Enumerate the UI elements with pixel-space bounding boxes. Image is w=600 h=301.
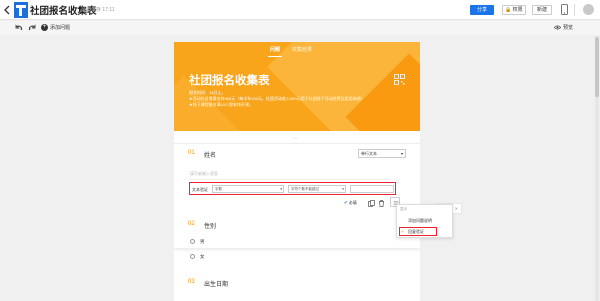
back-arrow-icon[interactable] [4, 5, 10, 15]
menu-item-response-validation[interactable]: 回复验证 [408, 229, 424, 235]
question-title[interactable]: 性别 [204, 221, 216, 230]
permission-label: 权限 [512, 7, 523, 13]
check-icon: ✔ [344, 200, 348, 205]
validation-limit-value: 字符个数不能超过 [291, 187, 319, 191]
answer-placeholder: 填写者输入答案 [190, 171, 390, 180]
redo-icon[interactable] [28, 24, 36, 32]
question-number: 03 [188, 279, 195, 285]
form-card: 问题 收集结果 社团报名收集表 报名时间：18日止。 ★活动社员需要支持300元… [174, 42, 420, 301]
app-logo-icon [14, 2, 28, 18]
question-type-value: 单行文本 [361, 151, 377, 156]
radio-circle-icon [190, 254, 195, 260]
option-label: 女 [200, 254, 205, 259]
chevron-down-icon: ▾ [280, 187, 282, 191]
radio-option[interactable]: 男 [190, 239, 205, 245]
form-tabs: 问题 收集结果 [174, 46, 420, 57]
share-button[interactable]: 分享 [470, 5, 494, 15]
required-checkbox[interactable]: ✔必填 [344, 200, 357, 206]
avatar[interactable] [583, 4, 594, 15]
divider [574, 4, 575, 16]
permission-button[interactable]: 🔒权限 [502, 5, 526, 15]
eye-icon [554, 25, 561, 30]
question-type-select[interactable]: 单行文本 ▾ [358, 149, 406, 158]
close-icon[interactable]: ✕ [455, 204, 458, 213]
share-label: 分享 [476, 7, 487, 13]
more-options-menu: 显示 添加问题说明 ✔ 回复验证 [396, 204, 453, 238]
option-label: 男 [200, 239, 205, 244]
validation-row: 文本验证 字数 ▾ 字符个数不能超过 ▾ [189, 182, 396, 195]
radio-circle-icon [190, 239, 195, 245]
menu-item-add-description[interactable]: 添加问题说明 [408, 218, 432, 224]
add-question-button[interactable]: + 添加问题 [41, 24, 71, 32]
drag-handle-icon[interactable]: ⋯ [292, 135, 298, 142]
form-header-banner: 问题 收集结果 社团报名收集表 报名时间：18日止。 ★活动社员需要支持300元… [174, 42, 420, 131]
question-number: 02 [188, 221, 195, 227]
question-title[interactable]: 出生日期 [204, 279, 228, 288]
question-card[interactable]: 03 出生日期 [174, 276, 420, 301]
preview-button[interactable]: 预览 [554, 24, 573, 31]
validation-rule-value: 字数 [215, 187, 222, 191]
form-title[interactable]: 社团报名收集表 [189, 72, 270, 88]
validation-rule-select[interactable]: 字数 ▾ [212, 185, 284, 193]
radio-option[interactable]: 女 [190, 254, 205, 260]
question-card[interactable]: 02 性别 男 女 [174, 217, 420, 273]
new-label: 新建 [536, 7, 547, 13]
lock-icon: 🔒 [505, 7, 512, 13]
required-label: 必填 [348, 200, 357, 205]
copy-icon[interactable] [368, 200, 375, 207]
add-question-label: 添加问题 [50, 25, 71, 31]
validation-label: 文本验证 [192, 187, 208, 192]
question-title[interactable]: 姓名 [204, 150, 216, 159]
question-number: 01 [188, 150, 195, 156]
preview-label: 预览 [563, 25, 574, 31]
plus-icon: + [41, 24, 48, 32]
menu-header: 显示 [400, 207, 407, 211]
new-button[interactable]: 新建 [532, 5, 552, 15]
check-icon: ✔ [401, 229, 405, 234]
validation-limit-select[interactable]: 字符个数不能超过 ▾ [288, 185, 346, 193]
chevron-down-icon: ▾ [400, 151, 403, 156]
tab-results[interactable]: 收集结果 [292, 46, 312, 53]
scrollbar-thumb[interactable] [595, 37, 599, 97]
validation-value-input[interactable] [350, 185, 394, 193]
top-bar: 社团报名收集表 最后保存 17:11 分享 🔒权限 新建 [0, 0, 600, 20]
form-description[interactable]: 报名时间：18日止。 ★活动社员需要支持300元（每半年150元，社团活动收入3… [189, 90, 365, 108]
tab-questions[interactable]: 问题 [267, 46, 283, 57]
mobile-preview-icon[interactable] [561, 4, 568, 15]
description-line: ★线下课程报名满10人即安排开课。 [189, 102, 254, 107]
trash-icon[interactable] [378, 200, 385, 207]
qr-code-icon[interactable] [394, 74, 405, 85]
undo-icon[interactable] [15, 24, 23, 32]
editor-toolbar: + 添加问题 预览 [0, 21, 600, 35]
save-status: 最后保存 17:11 [81, 7, 115, 13]
chevron-down-icon: ▾ [342, 187, 344, 191]
